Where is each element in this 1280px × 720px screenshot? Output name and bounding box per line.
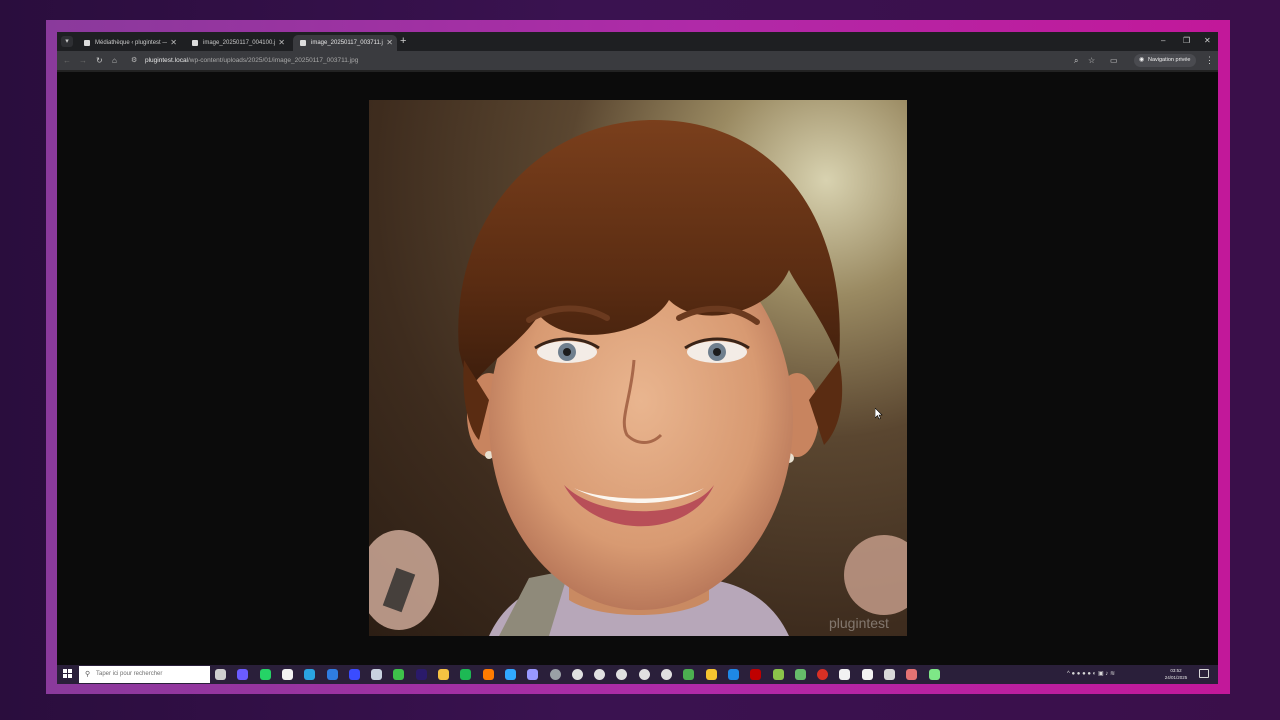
spotify-icon[interactable] <box>460 669 472 680</box>
app-green-icon[interactable] <box>393 669 405 680</box>
desktop-screen: ▾ Médiathèque ‹ plugintest — W ✕ image_2… <box>57 32 1218 684</box>
back-button[interactable]: ← <box>63 55 71 66</box>
app-mint-icon[interactable] <box>794 669 806 680</box>
favicon-icon <box>84 40 90 46</box>
clock-date: 24/01/2025 <box>1164 675 1188 680</box>
tab-close-icon[interactable]: ✕ <box>386 35 393 51</box>
windows-taskbar: ⚲ Taper ici pour rechercher ^ ● ● ● ● ◐ … <box>57 665 1218 684</box>
search-icon: ⚲ <box>85 671 91 678</box>
chrome-red-icon[interactable] <box>817 669 829 680</box>
app-yellow-icon[interactable] <box>705 669 717 680</box>
tab-close-icon[interactable]: ✕ <box>278 35 285 51</box>
windows-start-icon[interactable] <box>63 669 73 679</box>
url-text: plugintest.local/wp-content/uploads/2025… <box>145 53 358 68</box>
displayed-image[interactable]: plugintest <box>369 100 907 636</box>
incognito-badge[interactable]: ◉ Navigation privée <box>1134 54 1196 67</box>
tab-search-dropdown-icon[interactable]: ▾ <box>61 36 73 47</box>
incognito-label: Navigation privée <box>1148 57 1191 63</box>
app-blue-icon[interactable] <box>727 669 739 680</box>
new-tab-button[interactable]: + <box>400 34 406 48</box>
telegram-icon[interactable] <box>304 669 316 680</box>
tab-image-004100[interactable]: image_20250117_004100.jpg ( ✕ <box>185 35 289 51</box>
app-green-cube-icon[interactable] <box>683 669 695 680</box>
premiere-icon[interactable] <box>415 669 427 680</box>
side-panel-icon[interactable]: ▭ <box>1110 55 1118 66</box>
browser-tab-strip: ▾ Médiathèque ‹ plugintest — W ✕ image_2… <box>57 32 1218 51</box>
restore-button[interactable]: ❐ <box>1183 35 1190 47</box>
app-arc-icon[interactable] <box>348 669 360 680</box>
app-purple-icon[interactable] <box>237 669 249 680</box>
tab-image-003711[interactable]: image_20250117_003711.jpg ( ✕ <box>293 35 397 51</box>
app-blue-circle-icon[interactable] <box>326 669 338 680</box>
chrome-6-icon[interactable] <box>661 669 672 680</box>
url-path: /wp-content/uploads/2025/01/image_202501… <box>188 57 359 64</box>
zoom-icon[interactable]: ⌕ <box>1074 55 1078 66</box>
filezilla-icon[interactable] <box>750 669 762 680</box>
clock-time: 03:52 <box>1170 668 1182 673</box>
after-effects-icon[interactable] <box>527 669 539 680</box>
bookmark-star-icon[interactable]: ☆ <box>1088 55 1095 66</box>
reload-button[interactable]: ↻ <box>96 55 103 66</box>
app-white-icon[interactable] <box>839 669 851 680</box>
image-watermark: plugintest <box>829 615 889 631</box>
chrome-2-icon[interactable] <box>571 669 583 680</box>
home-button[interactable]: ⌂ <box>112 55 117 66</box>
browser-toolbar: ← → ↻ ⌂ ⚙ plugintest.local/wp-content/up… <box>57 51 1218 70</box>
app-diamond-icon[interactable] <box>928 669 940 680</box>
chrome-3-icon[interactable] <box>594 669 606 680</box>
app-monitor-icon[interactable] <box>884 669 895 680</box>
favicon-icon <box>192 40 198 46</box>
illustrator-icon[interactable] <box>482 669 494 680</box>
portrait-illustration: plugintest <box>369 120 907 636</box>
page-viewport: plugintest <box>57 72 1218 665</box>
forward-button[interactable]: → <box>79 55 87 66</box>
chrome-active-icon[interactable] <box>549 669 561 680</box>
incognito-icon: ◉ <box>1139 57 1145 63</box>
tab-title: Médiathèque ‹ plugintest — W <box>95 40 167 46</box>
close-window-button[interactable]: ✕ <box>1204 35 1211 47</box>
address-bar[interactable]: ⚙ plugintest.local/wp-content/uploads/20… <box>127 53 1037 68</box>
photoshop-icon[interactable] <box>504 669 516 680</box>
search-placeholder: Taper ici pour rechercher <box>96 671 163 677</box>
system-tray-icons[interactable]: ^ ● ● ● ● ◐ ▣ ♪ ≋ <box>1067 668 1115 680</box>
file-explorer-icon[interactable] <box>438 669 449 680</box>
app-white-2-icon[interactable] <box>861 669 873 680</box>
notification-center-icon[interactable] <box>1199 669 1209 678</box>
app-tools-icon[interactable] <box>906 669 918 680</box>
browser-menu-icon[interactable]: ⋮ <box>1205 55 1214 66</box>
minimize-button[interactable]: – <box>1161 35 1165 47</box>
task-view-icon[interactable] <box>215 669 226 680</box>
favicon-icon <box>300 40 306 46</box>
chrome-4-icon[interactable] <box>616 669 628 680</box>
app-grey-icon[interactable] <box>371 669 383 680</box>
site-info-icon[interactable]: ⚙ <box>131 53 137 68</box>
taskbar-clock[interactable]: 03:52 24/01/2025 <box>1161 667 1191 682</box>
app-lime-icon[interactable] <box>772 669 784 680</box>
url-domain: plugintest.local <box>145 57 188 64</box>
taskbar-search-box[interactable]: ⚲ Taper ici pour rechercher <box>79 666 210 683</box>
tab-mediatheque[interactable]: Médiathèque ‹ plugintest — W ✕ <box>77 35 181 51</box>
tab-close-icon[interactable]: ✕ <box>170 35 177 51</box>
whatsapp-icon[interactable] <box>259 669 271 680</box>
tab-title: image_20250117_004100.jpg ( <box>203 40 275 46</box>
file-icon[interactable] <box>281 669 293 680</box>
tab-title: image_20250117_003711.jpg ( <box>311 40 383 46</box>
chrome-5-icon[interactable] <box>638 669 650 680</box>
